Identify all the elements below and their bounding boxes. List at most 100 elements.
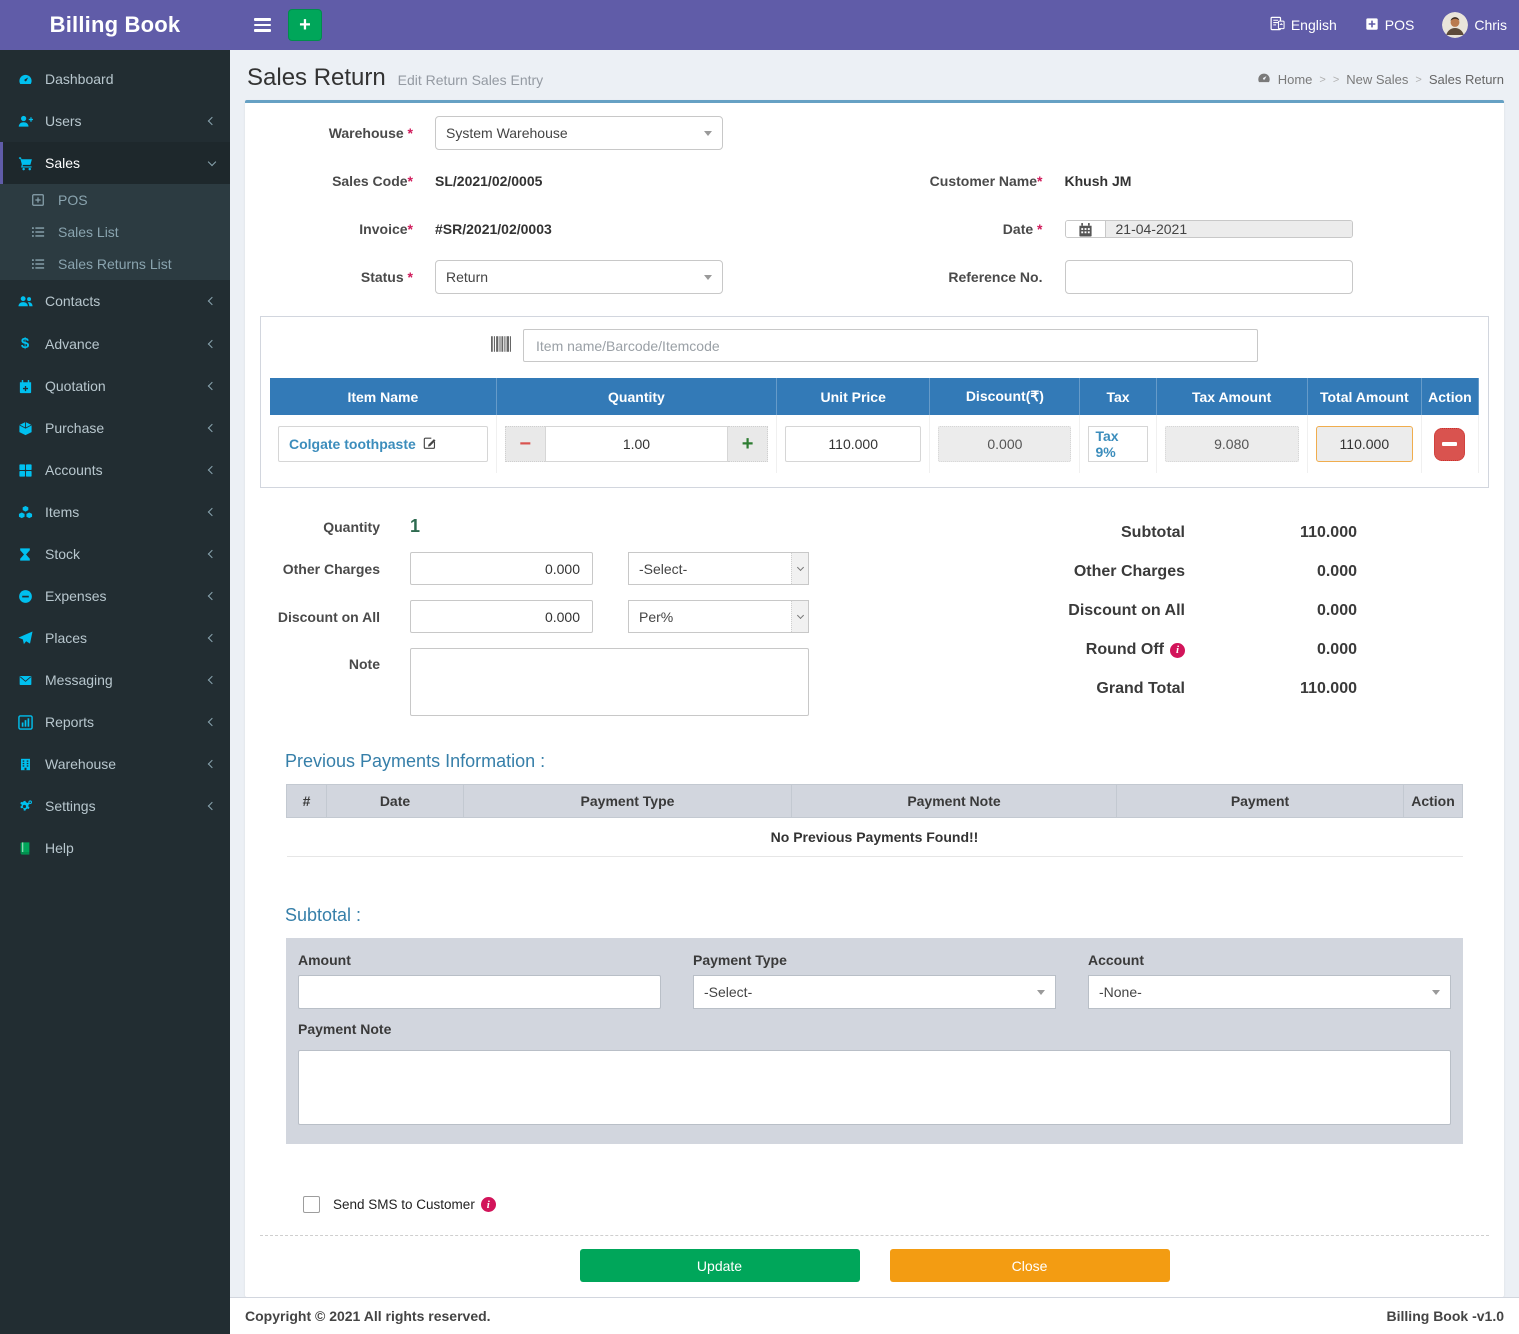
send-sms-checkbox[interactable] — [303, 1196, 320, 1213]
avatar — [1442, 12, 1468, 38]
close-button[interactable]: Close — [890, 1249, 1170, 1282]
sidebar-item-label: Advance — [45, 336, 199, 352]
quick-add-button[interactable]: + — [288, 9, 322, 41]
sidebar-item-label: Purchase — [45, 420, 199, 436]
chevron-left-icon — [208, 508, 216, 516]
sidebar-toggle-button[interactable] — [242, 0, 282, 50]
sidebar-item-sales-returns-list[interactable]: Sales Returns List — [0, 248, 230, 280]
tax-link[interactable]: Tax 9% — [1088, 426, 1147, 462]
sidebar-item-users[interactable]: Users — [0, 100, 230, 142]
app-logo[interactable]: Billing Book — [0, 0, 230, 50]
chevron-left-icon — [208, 550, 216, 558]
info-icon[interactable]: i — [1170, 643, 1185, 658]
breadcrumb: Home > > New Sales > Sales Return — [1257, 71, 1504, 88]
unit-price-input[interactable] — [785, 426, 921, 462]
note-textarea[interactable] — [410, 648, 809, 716]
sidebar-item-pos[interactable]: POS — [0, 184, 230, 216]
payment-type-value: -Select- — [704, 984, 752, 1000]
update-button[interactable]: Update — [580, 1249, 860, 1282]
amount-input[interactable] — [298, 975, 661, 1009]
sidebar-item-label: Sales Returns List — [58, 256, 215, 272]
sidebar-item-places[interactable]: Places — [0, 617, 230, 659]
users-icon — [15, 294, 35, 309]
breadcrumb-new-sales[interactable]: New Sales — [1346, 72, 1408, 87]
reference-input[interactable] — [1065, 260, 1353, 294]
pos-plus-icon — [1365, 17, 1379, 34]
discount-total-value: 0.000 — [1185, 602, 1357, 620]
gears-icon — [15, 799, 35, 814]
date-input[interactable] — [1106, 221, 1352, 237]
user-menu[interactable]: Chris — [1442, 12, 1507, 38]
column-header: Action — [1421, 378, 1478, 415]
user-name: Chris — [1474, 17, 1507, 33]
status-select[interactable]: Return — [435, 260, 723, 294]
sidebar-item-sales[interactable]: Sales — [0, 142, 230, 184]
user-plus-icon — [15, 114, 35, 129]
other-charges-select[interactable]: -Select- — [628, 552, 809, 585]
list-icon — [28, 225, 48, 239]
account-value: -None- — [1099, 984, 1142, 1000]
sidebar-item-expenses[interactable]: Expenses — [0, 575, 230, 617]
payment-type-select[interactable]: -Select- — [693, 975, 1056, 1009]
caret-down-icon — [1037, 990, 1045, 995]
account-select[interactable]: -None- — [1088, 975, 1451, 1009]
sidebar-item-advance[interactable]: $ Advance — [0, 322, 230, 365]
chevron-left-icon — [208, 339, 216, 347]
sidebar-item-settings[interactable]: Settings — [0, 785, 230, 827]
payment-entry-panel: Amount Payment Type -Select- Account — [286, 938, 1463, 1144]
sidebar-item-items[interactable]: Items — [0, 491, 230, 533]
sidebar-item-accounts[interactable]: Accounts — [0, 449, 230, 491]
remove-item-button[interactable] — [1434, 428, 1465, 461]
warehouse-value: System Warehouse — [446, 125, 568, 141]
sidebar-item-label: Settings — [45, 798, 199, 814]
amount-label: Amount — [298, 952, 661, 968]
breadcrumb-home[interactable]: Home — [1278, 72, 1313, 87]
item-search-input[interactable] — [523, 329, 1258, 362]
status-value: Return — [446, 269, 488, 285]
sidebar-item-messaging[interactable]: Messaging — [0, 659, 230, 701]
chevron-left-icon — [208, 718, 216, 726]
sidebar-item-stock[interactable]: Stock — [0, 533, 230, 575]
breadcrumb-separator: > — [1333, 74, 1339, 86]
no-payments-message: No Previous Payments Found!! — [287, 818, 1463, 857]
sidebar-item-quotation[interactable]: Quotation — [0, 365, 230, 407]
sidebar-item-dashboard[interactable]: Dashboard — [0, 58, 230, 100]
discount-input — [938, 426, 1071, 462]
warehouse-select[interactable]: System Warehouse — [435, 116, 723, 150]
sidebar-item-warehouse[interactable]: Warehouse — [0, 743, 230, 785]
sidebar-item-purchase[interactable]: Purchase — [0, 407, 230, 449]
sales-code-value: SL/2021/02/0005 — [435, 173, 542, 189]
column-header: Tax Amount — [1156, 378, 1307, 415]
sidebar-item-help[interactable]: Help — [0, 827, 230, 869]
caret-down-icon — [704, 275, 712, 280]
bar-chart-icon — [15, 715, 35, 730]
calendar-icon[interactable] — [1066, 221, 1106, 237]
sidebar-item-reports[interactable]: Reports — [0, 701, 230, 743]
quantity-increase-button[interactable]: + — [728, 426, 768, 462]
quantity-decrease-button[interactable]: − — [505, 426, 545, 462]
sidebar-item-sales-list[interactable]: Sales List — [0, 216, 230, 248]
sidebar-item-label: Contacts — [45, 293, 199, 309]
pos-link[interactable]: POS — [1365, 17, 1415, 34]
discount-type-select[interactable]: Per% — [628, 600, 809, 633]
grid-icon — [15, 463, 35, 478]
discount-on-all-input[interactable] — [410, 600, 593, 633]
payment-note-textarea[interactable] — [298, 1050, 1451, 1125]
note-label: Note — [260, 648, 410, 672]
other-charges-input[interactable] — [410, 552, 593, 585]
quantity-input[interactable] — [545, 426, 728, 462]
chevron-left-icon — [208, 297, 216, 305]
item-name-link[interactable]: Colgate toothpaste — [289, 436, 437, 453]
column-header: Item Name — [270, 378, 496, 415]
sidebar-item-label: Expenses — [45, 588, 199, 604]
dollar-icon: $ — [15, 335, 35, 352]
language-menu[interactable]: English — [1270, 16, 1337, 34]
navbar: + English POS Chris — [230, 0, 1519, 50]
account-label: Account — [1088, 952, 1451, 968]
sidebar-item-label: Items — [45, 504, 199, 520]
sidebar-item-label: Sales — [45, 155, 199, 171]
language-label: English — [1291, 17, 1337, 33]
info-icon[interactable]: i — [481, 1197, 496, 1212]
sidebar-item-label: Users — [45, 113, 199, 129]
sidebar-item-contacts[interactable]: Contacts — [0, 280, 230, 322]
